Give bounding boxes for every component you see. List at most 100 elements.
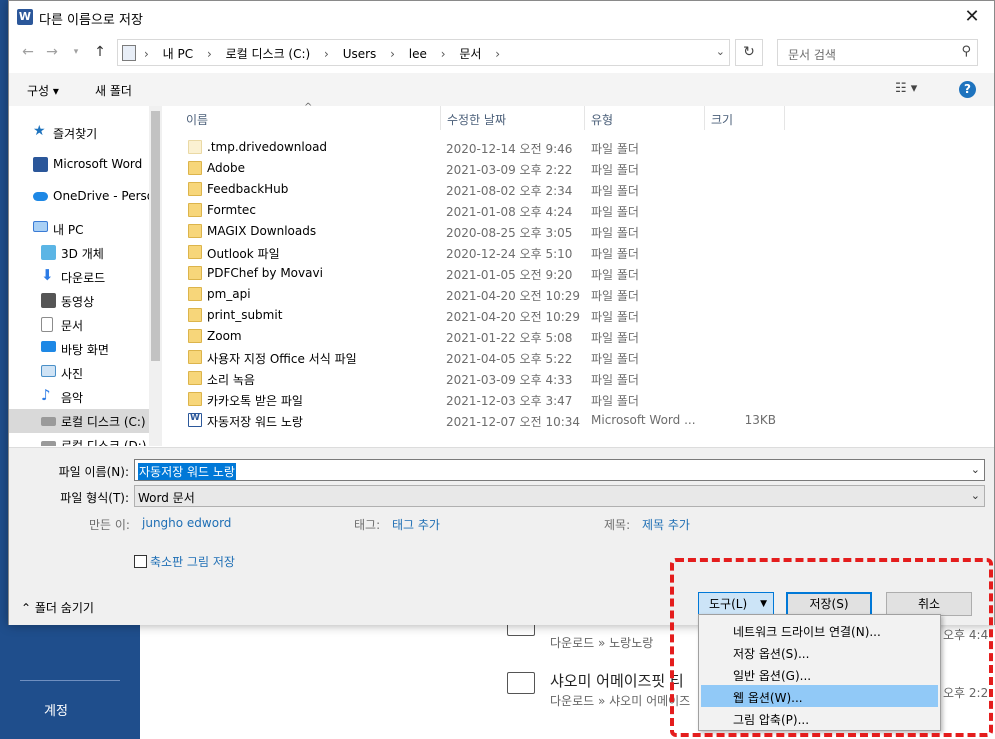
save-thumbnail-checkbox[interactable] <box>134 555 147 568</box>
sidebar-item-label: 다운로드 <box>61 271 106 285</box>
sidebar-item-videos[interactable]: 동영상 <box>9 289 149 313</box>
close-icon[interactable]: ✕ <box>958 5 986 29</box>
file-name: Formtec <box>207 203 256 217</box>
file-name: 사용자 지정 Office 서식 파일 <box>207 352 357 366</box>
column-header-size[interactable]: 크기 <box>705 106 785 130</box>
breadcrumb-item[interactable]: Users <box>343 47 377 61</box>
folder-icon <box>188 308 202 322</box>
sidebar-item-label: OneDrive - Perso <box>53 189 155 203</box>
highlight-annotation <box>670 558 993 737</box>
file-date: 2021-03-09 오후 4:33 <box>446 373 573 387</box>
folder-icon <box>188 182 202 196</box>
sidebar-item-pictures[interactable]: 사진 <box>9 361 149 385</box>
sidebar-item-downloads[interactable]: ⬇ 다운로드 <box>9 265 149 289</box>
organize-button[interactable]: 구성 ▾ <box>27 82 59 99</box>
file-row[interactable]: PDFChef by Movavi 2021-01-05 오전 9:20 파일 … <box>164 263 814 284</box>
breadcrumb-item[interactable]: 문서 <box>459 47 481 61</box>
back-arrow-icon[interactable]: ← <box>19 43 37 61</box>
file-name: print_submit <box>207 308 283 322</box>
doc-title-field[interactable]: 제목 추가 <box>642 516 690 533</box>
file-row[interactable]: 사용자 지정 Office 서식 파일 2021-04-05 오후 5:22 파… <box>164 347 814 368</box>
file-name: Zoom <box>207 329 242 343</box>
author-field[interactable]: jungho edword <box>142 516 231 530</box>
file-date: 2020-08-25 오후 3:05 <box>446 226 573 240</box>
sidebar-item-microsoft-word[interactable]: Microsoft Word <box>9 153 149 177</box>
sidebar-scrollbar[interactable] <box>149 106 162 446</box>
chevron-down-icon[interactable]: ⌄ <box>716 45 725 58</box>
title-bar: W 다른 이름으로 저장 ✕ <box>9 1 994 33</box>
column-header-date[interactable]: 수정한 날짜 <box>441 106 585 130</box>
file-row[interactable]: 카카오톡 받은 파일 2021-12-03 오후 3:47 파일 폴더 <box>164 389 814 410</box>
help-icon[interactable]: ? <box>959 81 976 98</box>
sidebar-item-this-pc[interactable]: 내 PC <box>9 217 149 241</box>
file-row[interactable]: pm_api 2021-04-20 오전 10:29 파일 폴더 <box>164 284 814 305</box>
column-header-name[interactable]: ^ 이름 <box>164 102 441 130</box>
account-link[interactable]: 계정 <box>0 700 112 719</box>
file-name: pm_api <box>207 287 251 301</box>
save-as-dialog: W 다른 이름으로 저장 ✕ ← → ▾ ↑ › 내 PC › 로컬 디스크 (… <box>8 0 995 625</box>
file-row[interactable]: print_submit 2021-04-20 오전 10:29 파일 폴더 <box>164 305 814 326</box>
breadcrumb-separator-icon: › <box>440 47 446 61</box>
file-row[interactable]: .tmp.drivedownload 2020-12-14 오전 9:46 파일… <box>164 137 814 158</box>
sidebar-item-local-disk-c[interactable]: 로컬 디스크 (C:) <box>9 409 149 433</box>
address-bar[interactable]: › 내 PC › 로컬 디스크 (C:) › Users › lee › 문서 … <box>117 39 730 66</box>
view-options-icon[interactable]: ☷ ▾ <box>895 81 917 96</box>
chevron-down-icon[interactable]: ⌄ <box>971 463 980 476</box>
document-icon <box>41 317 53 332</box>
hide-folders-button[interactable]: ⌃ 폴더 숨기기 <box>21 599 94 616</box>
sidebar-item-label: Microsoft Word <box>53 157 143 171</box>
filename-field[interactable]: 자동저장 워드 노랑 ⌄ <box>134 459 985 481</box>
column-header-type[interactable]: 유형 <box>585 106 705 130</box>
file-size: 13KB <box>744 413 776 427</box>
up-arrow-icon[interactable]: ↑ <box>91 43 109 61</box>
file-row[interactable]: MAGIX Downloads 2020-08-25 오후 3:05 파일 폴더 <box>164 221 814 242</box>
file-date: 2021-12-03 오후 3:47 <box>446 394 573 408</box>
sidebar-item-label: 내 PC <box>53 223 84 237</box>
sidebar-item-label: 음악 <box>61 391 84 405</box>
breadcrumb-item[interactable]: 내 PC <box>163 47 193 61</box>
file-type: 파일 폴더 <box>591 352 639 366</box>
sidebar-item-local-disk-d[interactable]: 로컬 디스크 (D:) <box>9 433 149 446</box>
breadcrumb-item[interactable]: lee <box>409 47 427 61</box>
desktop-icon <box>41 341 56 352</box>
word-icon <box>33 157 48 172</box>
sidebar-item-music[interactable]: ♪ 음악 <box>9 385 149 409</box>
sidebar-item-quick-access[interactable]: ★ 즐겨찾기 <box>9 121 149 145</box>
file-name: 카카오톡 받은 파일 <box>207 394 303 408</box>
cloud-icon <box>33 192 48 201</box>
file-row[interactable]: FeedbackHub 2021-08-02 오후 2:34 파일 폴더 <box>164 179 814 200</box>
sidebar-item-desktop[interactable]: 바탕 화면 <box>9 337 149 361</box>
save-thumbnail-label[interactable]: 축소판 그림 저장 <box>150 553 235 570</box>
folder-icon <box>188 392 202 406</box>
file-row[interactable]: 소리 녹음 2021-03-09 오후 4:33 파일 폴더 <box>164 368 814 389</box>
filename-value: 자동저장 워드 노랑 <box>138 463 236 480</box>
recent-locations-chevron-icon[interactable]: ▾ <box>67 43 85 61</box>
refresh-icon[interactable]: ↻ <box>735 39 763 66</box>
search-box[interactable]: 문서 검색 ⚲ <box>777 39 978 66</box>
file-row[interactable]: 자동저장 워드 노랑 2021-12-07 오전 10:34 Microsoft… <box>164 410 814 431</box>
sidebar-item-onedrive[interactable]: OneDrive - Perso <box>9 185 154 209</box>
column-header-label: 유형 <box>591 113 614 127</box>
new-folder-button[interactable]: 새 폴더 <box>95 82 132 99</box>
breadcrumb-item[interactable]: 로컬 디스크 (C:) <box>226 47 311 61</box>
sidebar-item-3d-objects[interactable]: 3D 개체 <box>9 241 149 265</box>
search-placeholder: 문서 검색 <box>788 48 836 62</box>
file-date: 2021-03-09 오후 2:22 <box>446 163 573 177</box>
file-type: 파일 폴더 <box>591 247 639 261</box>
file-name: .tmp.drivedownload <box>207 140 328 154</box>
scrollbar-thumb[interactable] <box>151 111 160 361</box>
file-row[interactable]: Zoom 2021-01-22 오후 5:08 파일 폴더 <box>164 326 814 347</box>
film-icon <box>41 293 56 308</box>
doc-title-label: 제목: <box>604 518 631 532</box>
word-doc-icon <box>188 413 202 427</box>
tags-field[interactable]: 태그 추가 <box>392 516 440 533</box>
file-row[interactable]: Formtec 2021-01-08 오후 4:24 파일 폴더 <box>164 200 814 221</box>
file-list: ^ 이름 수정한 날짜 유형 크기 .tmp.drivedownload 202… <box>164 102 994 446</box>
file-row[interactable]: Adobe 2021-03-09 오후 2:22 파일 폴더 <box>164 158 814 179</box>
sidebar-item-documents[interactable]: 문서 <box>9 313 149 337</box>
filetype-select[interactable]: Word 문서 ⌄ <box>134 485 985 507</box>
forward-arrow-icon[interactable]: → <box>43 43 61 61</box>
file-type: 파일 폴더 <box>591 226 639 240</box>
chevron-down-icon: ⌄ <box>970 489 980 502</box>
file-row[interactable]: Outlook 파일 2020-12-24 오후 5:10 파일 폴더 <box>164 242 814 263</box>
